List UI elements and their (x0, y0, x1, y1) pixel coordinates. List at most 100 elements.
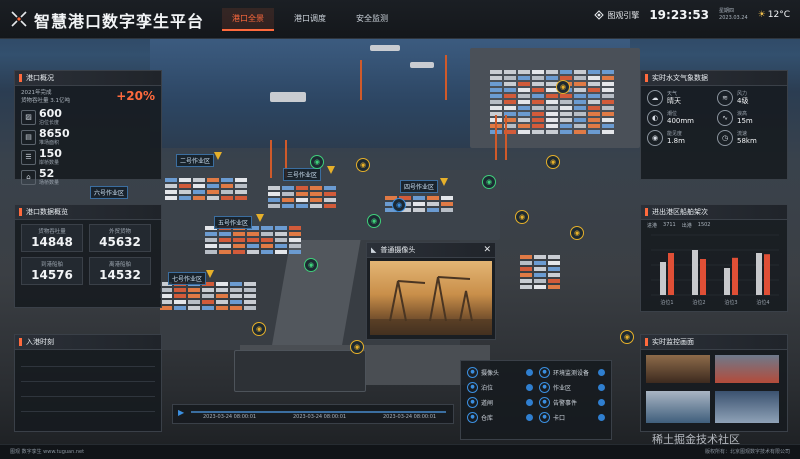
panel-header: 港口概况 (15, 71, 161, 86)
toggle-icon (526, 399, 533, 406)
completion-label: 2021年完成 (21, 90, 52, 96)
alarm-marker-icon[interactable]: ◉ (515, 210, 529, 224)
container (282, 198, 294, 202)
monitor-panel: 实时监控画面 (640, 334, 788, 432)
container (261, 238, 273, 242)
camera-icon: ◣ (371, 246, 377, 254)
container (216, 306, 228, 310)
container (427, 202, 439, 206)
tab-port-overview[interactable]: 港口全景 (222, 8, 274, 31)
camera-marker-icon[interactable]: ◉ (350, 340, 364, 354)
area-label[interactable]: 四号作业区 (400, 180, 439, 193)
weather-item: ◉ 能见度 1.8m (647, 130, 709, 146)
container (324, 204, 336, 208)
area-label[interactable]: 七号作业区 (168, 272, 207, 285)
container (275, 238, 287, 242)
env-marker-icon[interactable]: ◉ (482, 175, 496, 189)
camera-marker-icon[interactable]: ◉ (546, 155, 560, 169)
table-row (21, 386, 155, 397)
card-label: 货物吞吐量 (38, 229, 66, 235)
container (518, 88, 530, 92)
legend-item[interactable]: ● 环境监测设备 (539, 367, 605, 378)
container (202, 288, 214, 292)
port-data-panel: 港口数据概览 货物吞吐量 14848 外贸货物 45632 到港船舶 14576 离港… (14, 204, 162, 308)
container (193, 196, 205, 200)
area-label[interactable]: 二号作业区 (176, 154, 215, 167)
container (548, 255, 560, 259)
container (520, 255, 532, 259)
area-label[interactable]: 六号作业区 (90, 186, 129, 199)
container (244, 294, 256, 298)
weather-item: ≋ 风力 4级 (717, 90, 779, 106)
container (216, 288, 228, 292)
camera-feed[interactable] (646, 355, 710, 383)
container (310, 198, 322, 202)
panel-header: 实时监控画面 (641, 335, 787, 350)
area-label[interactable]: 三号作业区 (283, 168, 322, 181)
playback-timeline[interactable]: ▶ 2023-03-24 08:00:01 2023-03-24 08:00:0… (172, 404, 454, 424)
close-icon[interactable]: ✕ (483, 245, 491, 255)
container (207, 190, 219, 194)
camera-marker-icon[interactable]: ◉ (620, 330, 634, 344)
camera-marker-icon[interactable]: ◉ (356, 158, 370, 172)
crane (270, 140, 272, 178)
timeline-time: 2023-03-24 08:00:01 (293, 414, 347, 420)
bar-进港-泊位4 (756, 253, 762, 295)
legend-item[interactable]: ● 告警事件 (539, 397, 605, 408)
yard-icon: ▤ (21, 129, 36, 145)
container (588, 112, 600, 116)
legend-label: 环境监测设备 (553, 370, 590, 377)
crane-icon: ☰ (21, 149, 36, 165)
camera-feed[interactable] (646, 391, 710, 423)
camera-marker-icon[interactable]: ◉ (556, 80, 570, 94)
engine-link[interactable]: 图观引擎 (594, 10, 639, 21)
x-tick-label: 泊位2 (692, 299, 705, 306)
legend-label: 摄像头 (481, 370, 500, 377)
container (413, 208, 425, 212)
container (230, 288, 242, 292)
berth-marker-icon[interactable]: ◉ (392, 198, 406, 212)
container (548, 279, 560, 283)
berth-icon: ▨ (21, 109, 36, 125)
container (602, 70, 614, 74)
container (179, 178, 191, 182)
flag-icon (327, 166, 335, 174)
timeline-track[interactable] (191, 411, 446, 413)
area-label[interactable]: 五号作业区 (214, 216, 253, 229)
container (221, 190, 233, 194)
container (233, 238, 245, 242)
tab-safety-monitor[interactable]: 安全监测 (346, 8, 398, 31)
container (588, 130, 600, 134)
camera-marker-icon[interactable]: ◉ (570, 226, 584, 240)
panel-header: 入港时刻 (15, 335, 161, 350)
container (504, 70, 516, 74)
camera-feed[interactable] (715, 355, 779, 383)
stat-value: 8650 (39, 127, 70, 140)
container (296, 198, 308, 202)
legend-item[interactable]: ● 道闸 (467, 397, 533, 408)
legend-item[interactable]: ● 摄像头 (467, 367, 533, 378)
panel-header: 实时水文气象数据 (641, 71, 787, 86)
container (219, 244, 231, 248)
legend-in-label: 进港 (647, 223, 658, 229)
env-marker-icon[interactable]: ◉ (304, 258, 318, 272)
footer-left: 图观 数字孪生 www.tuguan.net (10, 449, 85, 455)
container (441, 196, 453, 200)
table-row (21, 371, 155, 382)
legend-item[interactable]: ● 仓库 (467, 412, 533, 423)
env-marker-icon[interactable]: ◉ (367, 214, 381, 228)
legend-item[interactable]: ● 卡口 (539, 412, 605, 423)
ship (370, 45, 400, 51)
legend-item[interactable]: ● 作业区 (539, 382, 605, 393)
container (602, 130, 614, 134)
container (207, 178, 219, 182)
stat-label: 岸桥数量 (39, 160, 60, 166)
env-marker-icon[interactable]: ◉ (310, 155, 324, 169)
tab-port-dispatch[interactable]: 港口调度 (284, 8, 336, 31)
legend-item[interactable]: ● 泊位 (467, 382, 533, 393)
camera-marker-icon[interactable]: ◉ (252, 322, 266, 336)
container (602, 100, 614, 104)
play-icon[interactable]: ▶ (178, 408, 184, 417)
container (602, 118, 614, 122)
camera-feed[interactable] (715, 391, 779, 423)
